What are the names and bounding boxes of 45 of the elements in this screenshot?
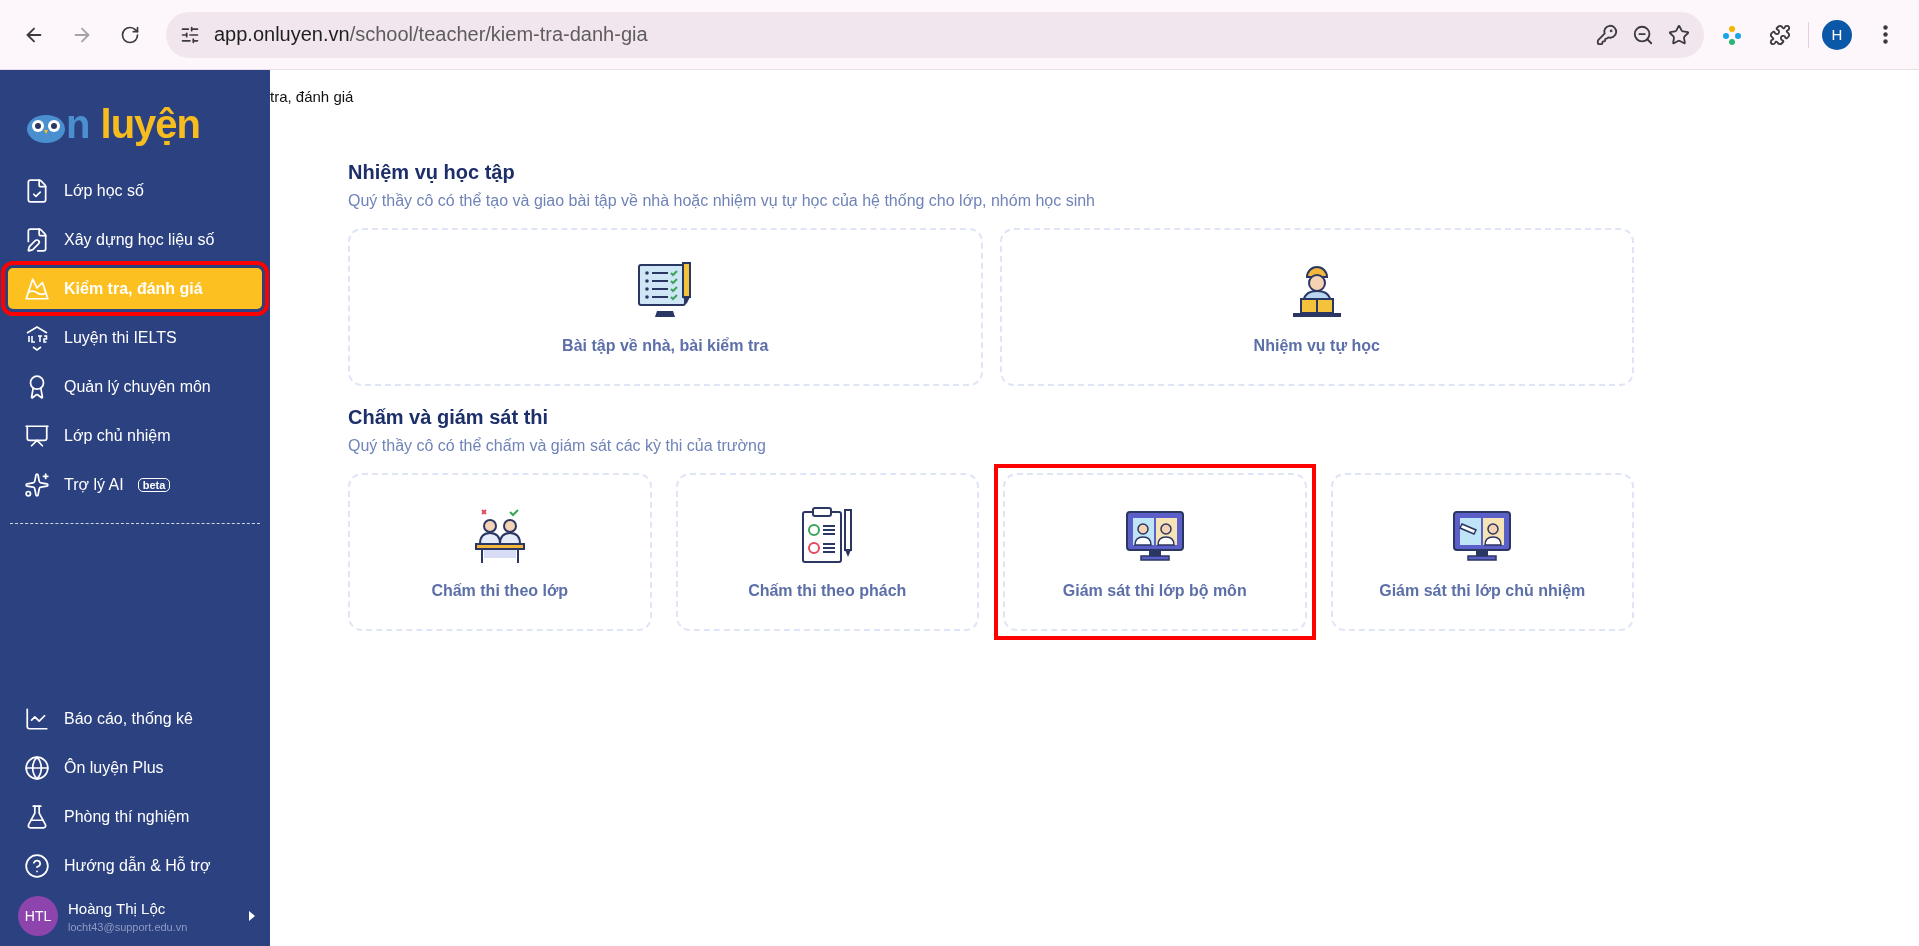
sidebar-item[interactable]: Quản lý chuyên môn <box>8 366 262 407</box>
key-icon[interactable] <box>1596 23 1618 46</box>
homework-card[interactable]: Bài tập về nhà, bài kiểm tra <box>348 228 983 386</box>
address-bar[interactable]: app.onluyen.vn/school/teacher/kiem-tra-danh-gia <box>166 11 1704 58</box>
reload-icon <box>120 24 140 45</box>
sparkle-icon <box>24 471 50 498</box>
sidebar-item[interactable]: Ôn luyện Plus <box>8 747 262 788</box>
sidebar-item[interactable]: Báo cáo, thống kê <box>8 698 262 739</box>
section-description: Quý thầy cô có thể chấm và giám sát các kỳ thi của trường <box>348 437 767 455</box>
sidebar-item[interactable]: Lớp chủ nhiệm <box>8 415 262 456</box>
section-title: Nhiệm vụ học tập <box>348 161 516 184</box>
help-icon <box>24 852 50 879</box>
bookmark-star-icon[interactable] <box>1668 23 1690 46</box>
grading-card[interactable]: Chấm thi theo phách <box>675 473 979 631</box>
chart-icon <box>24 705 50 732</box>
dots-icon <box>1721 23 1743 46</box>
section-description: Quý thầy cô có thể tạo và giao bài tập về nhà hoặc nhiệm vụ tự học của hệ thống cho lớp, nhóm học sinh <box>348 192 1096 210</box>
user-avatar[interactable]: HTL <box>18 896 58 936</box>
caret-icon[interactable] <box>248 910 256 922</box>
supervision-card[interactable]: Giám sát thi lớp chủ nhiệm <box>1330 473 1634 631</box>
section-title: Chấm và giám sát thi <box>348 406 550 429</box>
puzzle-icon <box>1769 23 1791 46</box>
document-check-icon <box>24 177 50 204</box>
grading-card[interactable]: Chấm thi theo lớp <box>348 473 652 631</box>
sidebar-item[interactable]: Luyện thi IELTS <box>8 317 262 358</box>
supervision-card[interactable]: Giám sát thi lớp bộ môn <box>1003 473 1307 631</box>
beta-badge: beta <box>137 477 171 492</box>
ielts-icon <box>24 324 50 351</box>
url-text: app.onluyen.vn/school/teacher/kiem-tra-danh-gia <box>214 23 649 46</box>
sidebar-item[interactable]: Phòng thí nghiệm <box>8 796 262 837</box>
logo: n luyện <box>0 84 270 154</box>
teacher-board-icon <box>24 422 50 449</box>
zoom-out-icon[interactable] <box>1632 23 1654 46</box>
sidebar-item[interactable]: Lớp học số <box>8 170 262 211</box>
menu-icon <box>1882 25 1888 44</box>
sidebar-item[interactable]: Trợ lý AI beta <box>8 464 262 505</box>
user-email: locht43@support.edu.vn <box>68 920 189 933</box>
document-pen-icon <box>24 226 50 253</box>
site-settings-icon[interactable] <box>180 24 200 45</box>
self-study-card[interactable]: Nhiệm vụ tự học <box>999 228 1634 386</box>
globe-icon <box>24 754 50 781</box>
user-name: Hoàng Thị Lộc <box>68 899 167 917</box>
sidebar-item[interactable]: Hướng dẫn & Hỗ trợ <box>8 845 262 886</box>
breadcrumb: tra, đánh giá <box>270 88 354 105</box>
sidebar-item[interactable]: Xây dựng học liệu số <box>8 219 262 260</box>
